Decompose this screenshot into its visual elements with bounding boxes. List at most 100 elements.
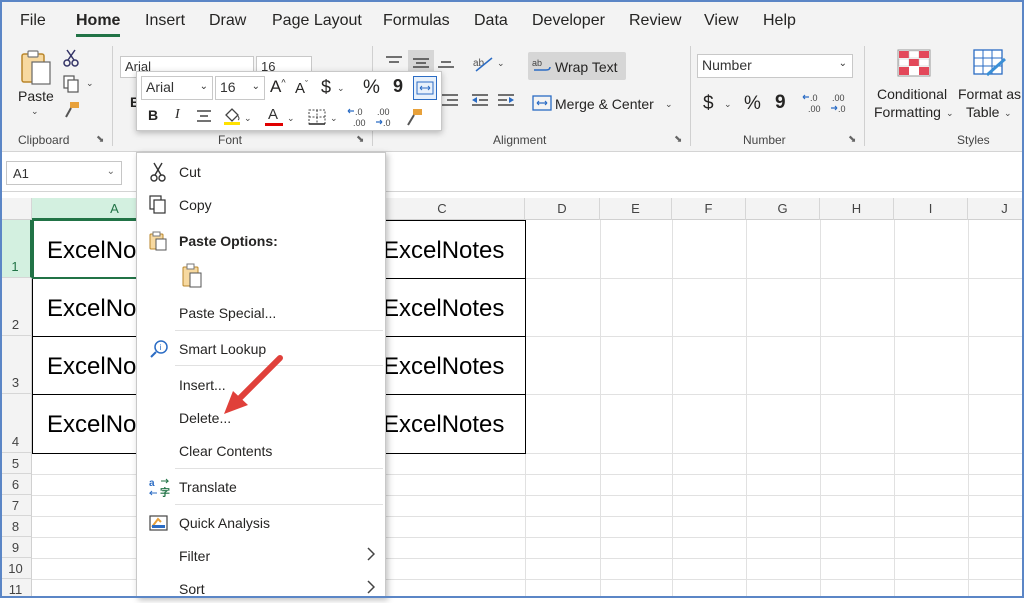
decrease-decimal-icon[interactable]: .00.0 xyxy=(375,106,399,128)
cell-a2[interactable]: ExcelNo xyxy=(47,295,136,323)
font-color-icon[interactable]: A xyxy=(263,106,285,128)
tab-data[interactable]: Data xyxy=(474,12,508,30)
tab-file[interactable]: File xyxy=(20,12,46,30)
mini-bold-button[interactable]: B xyxy=(148,107,158,123)
paste-icon[interactable] xyxy=(181,263,205,289)
chevron-down-icon[interactable]: ⌄ xyxy=(86,78,94,89)
align-bottom-icon[interactable] xyxy=(436,54,456,70)
cell-c1[interactable]: ExcelNotes xyxy=(383,237,504,265)
menu-item-smart-lookup[interactable]: i Smart Lookup xyxy=(137,333,385,363)
align-top-icon[interactable] xyxy=(384,54,404,70)
increase-decimal-icon[interactable]: .0.00 xyxy=(802,92,828,114)
grow-font-icon[interactable]: A^ xyxy=(270,77,286,97)
mini-currency-button[interactable]: $ xyxy=(321,77,331,98)
chevron-down-icon[interactable]: ⌄ xyxy=(287,113,295,124)
column-header-d[interactable]: D xyxy=(525,198,600,220)
cell-c4[interactable]: ExcelNotes xyxy=(383,411,504,439)
tab-insert[interactable]: Insert xyxy=(145,12,185,30)
increase-decimal-icon[interactable]: .0.00 xyxy=(347,106,371,128)
chevron-down-icon[interactable]: ⌄ xyxy=(31,106,39,117)
dialog-launcher-icon[interactable]: ⬊ xyxy=(356,134,364,145)
chevron-down-icon[interactable]: ⌄ xyxy=(724,99,732,110)
decrease-indent-icon[interactable] xyxy=(470,92,490,108)
align-right-icon[interactable] xyxy=(440,92,460,108)
chevron-down-icon[interactable]: ⌄ xyxy=(946,108,954,119)
chevron-down-icon[interactable]: ⌄ xyxy=(330,113,338,124)
shrink-font-icon[interactable]: Aˇ xyxy=(295,79,308,97)
menu-item-copy[interactable]: Copy xyxy=(137,189,385,219)
dialog-launcher-icon[interactable]: ⬊ xyxy=(848,134,856,145)
name-box[interactable]: A1 ⌄ xyxy=(6,161,122,185)
tab-formulas[interactable]: Formulas xyxy=(383,12,450,30)
format-painter-icon[interactable] xyxy=(403,106,425,128)
tab-view[interactable]: View xyxy=(704,12,738,30)
column-header-f[interactable]: F xyxy=(672,198,746,220)
menu-item-paste-special[interactable]: Paste Special... xyxy=(137,297,385,327)
conditional-formatting-label-1[interactable]: Conditional xyxy=(877,86,947,102)
mini-comma-style-button[interactable]: 9 xyxy=(393,76,403,97)
mini-italic-button[interactable]: I xyxy=(175,107,180,123)
paste-button[interactable]: Paste xyxy=(18,88,54,104)
increase-indent-icon[interactable] xyxy=(496,92,516,108)
cell-a4[interactable]: ExcelNo xyxy=(47,411,136,439)
format-as-table-label-2[interactable]: Table xyxy=(966,104,999,120)
cell-c3[interactable]: ExcelNotes xyxy=(383,353,504,381)
wrap-text-icon[interactable]: ab xyxy=(532,56,552,76)
fill-color-icon[interactable] xyxy=(221,106,243,126)
merge-center-icon[interactable] xyxy=(413,76,437,100)
dialog-launcher-icon[interactable]: ⬊ xyxy=(674,134,682,145)
menu-item-insert[interactable]: Insert... xyxy=(137,369,385,399)
cell-a3[interactable]: ExcelNo xyxy=(47,353,136,381)
cell-c2[interactable]: ExcelNotes xyxy=(383,295,504,323)
chevron-down-icon[interactable]: ⌄ xyxy=(1004,108,1012,119)
menu-item-sort[interactable]: Sort xyxy=(137,573,385,603)
decrease-decimal-icon[interactable]: .00.0 xyxy=(830,92,856,114)
row-header-3[interactable]: 3 xyxy=(0,336,32,394)
row-header-6[interactable]: 6 xyxy=(0,474,32,495)
copy-icon[interactable] xyxy=(60,74,82,94)
conditional-formatting-icon[interactable] xyxy=(896,48,932,78)
column-header-e[interactable]: E xyxy=(600,198,672,220)
menu-item-quick-analysis[interactable]: Quick Analysis xyxy=(137,507,385,537)
chevron-down-icon[interactable]: ⌄ xyxy=(497,58,505,69)
menu-item-filter[interactable]: Filter xyxy=(137,540,385,570)
column-header-i[interactable]: I xyxy=(894,198,968,220)
merge-center-button[interactable]: Merge & Center xyxy=(555,96,654,112)
conditional-formatting-label-2[interactable]: Formatting xyxy=(874,104,941,120)
chevron-down-icon[interactable]: ⌄ xyxy=(244,113,252,124)
row-header-9[interactable]: 9 xyxy=(0,537,32,558)
borders-icon[interactable] xyxy=(307,108,327,126)
wrap-text-button[interactable]: Wrap Text xyxy=(555,59,618,75)
row-header-4[interactable]: 4 xyxy=(0,394,32,453)
format-painter-icon[interactable] xyxy=(60,100,82,120)
row-header-2[interactable]: 2 xyxy=(0,278,32,336)
percent-button[interactable]: % xyxy=(744,93,761,115)
tab-help[interactable]: Help xyxy=(763,12,796,30)
chevron-down-icon[interactable]: ⌄ xyxy=(665,99,673,110)
tab-review[interactable]: Review xyxy=(629,12,681,30)
select-all-corner[interactable] xyxy=(0,198,32,220)
menu-item-translate[interactable]: a字 Translate xyxy=(137,471,385,501)
align-center-icon[interactable] xyxy=(195,108,213,124)
tab-draw[interactable]: Draw xyxy=(209,12,246,30)
menu-item-delete[interactable]: Delete... xyxy=(137,402,385,432)
chevron-down-icon[interactable]: ⌄ xyxy=(337,83,345,94)
merge-center-icon[interactable] xyxy=(532,94,552,112)
mini-font-size-box[interactable]: 16 ⌄ xyxy=(215,76,265,100)
orientation-icon[interactable]: ab xyxy=(470,52,496,74)
row-header-11[interactable]: 11 xyxy=(0,579,32,598)
currency-button[interactable]: $ xyxy=(703,93,714,115)
row-header-5[interactable]: 5 xyxy=(0,453,32,474)
mini-percent-button[interactable]: % xyxy=(363,77,380,99)
mini-font-name-box[interactable]: Arial ⌄ xyxy=(141,76,213,100)
row-header-8[interactable]: 8 xyxy=(0,516,32,537)
menu-item-cut[interactable]: Cut xyxy=(137,156,385,186)
menu-item-clear-contents[interactable]: Clear Contents xyxy=(137,435,385,465)
paste-icon[interactable] xyxy=(18,48,54,88)
dialog-launcher-icon[interactable]: ⬊ xyxy=(96,134,104,145)
scissors-icon[interactable] xyxy=(60,48,82,68)
column-header-h[interactable]: H xyxy=(820,198,894,220)
tab-page-layout[interactable]: Page Layout xyxy=(272,12,362,30)
column-header-g[interactable]: G xyxy=(746,198,820,220)
tab-home[interactable]: Home xyxy=(76,12,120,30)
